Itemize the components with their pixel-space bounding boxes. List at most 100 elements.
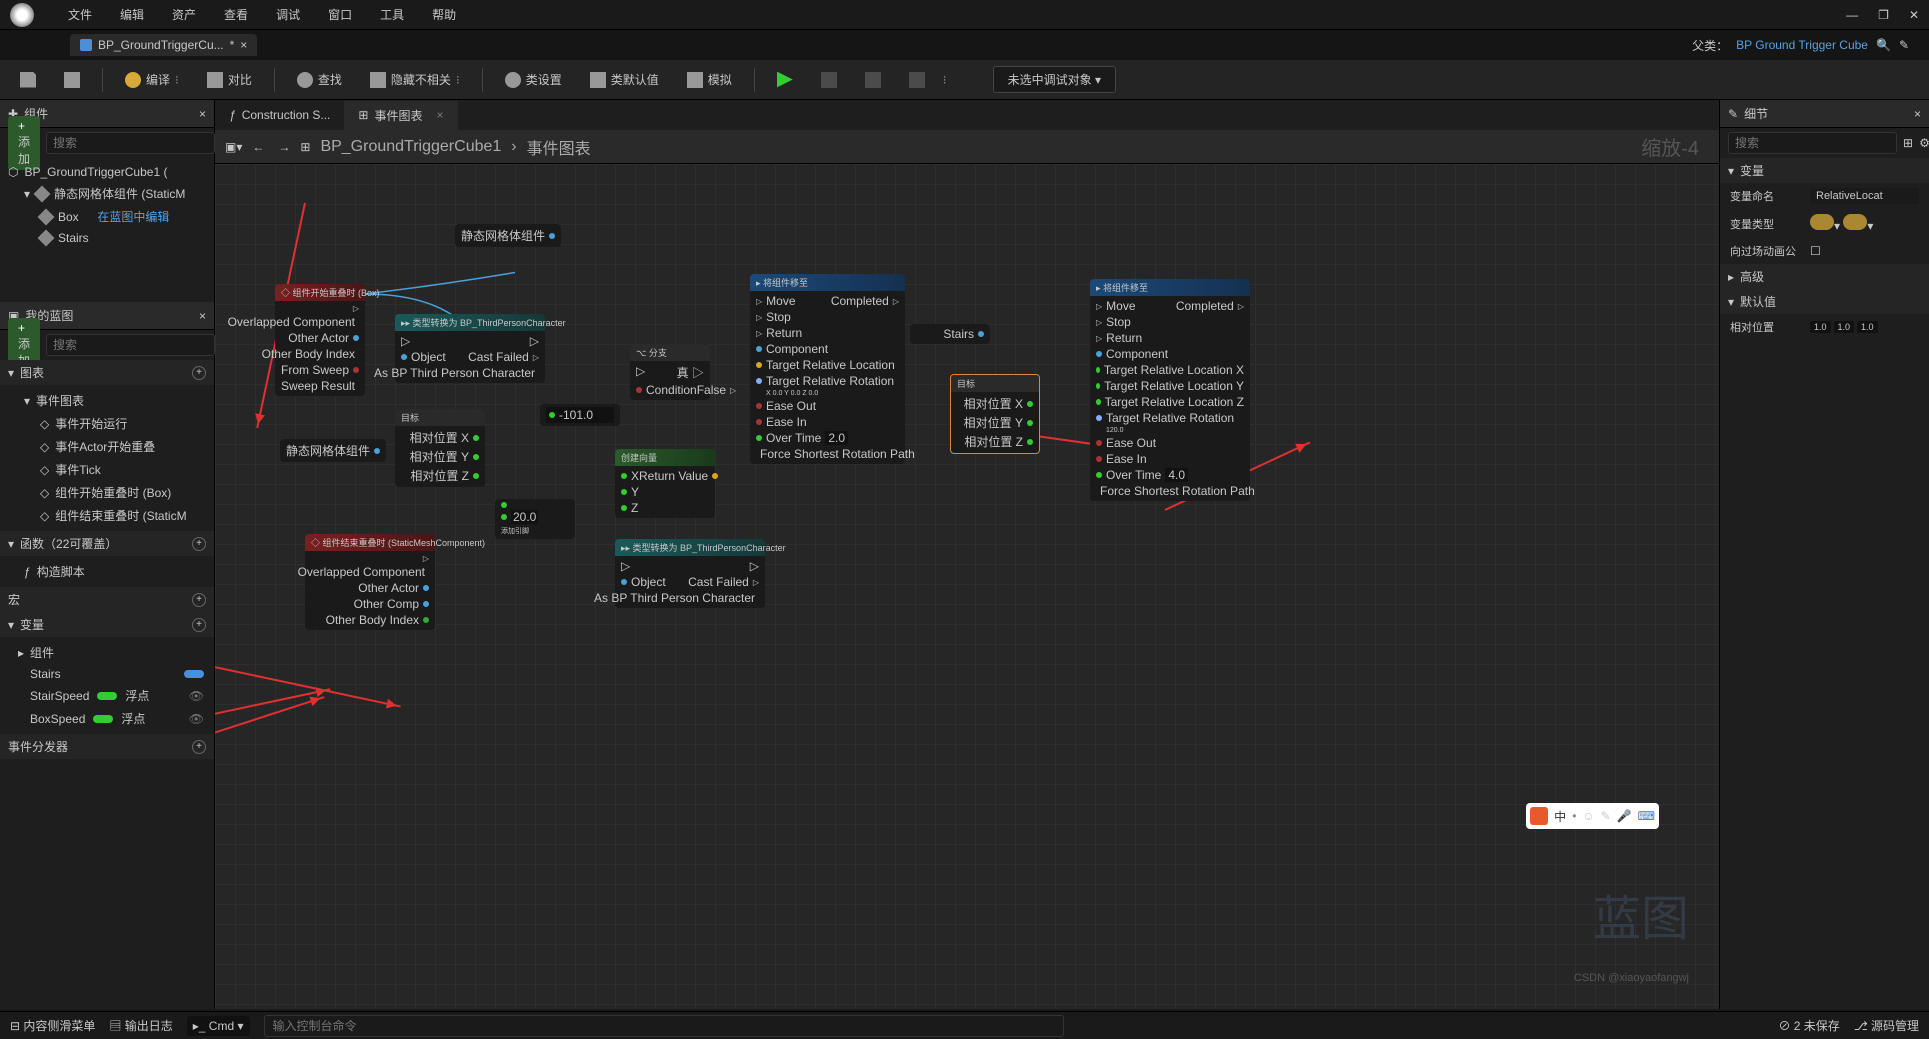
- construction-script[interactable]: ƒ 构造脚本: [0, 560, 214, 583]
- tab-eventgraph[interactable]: ⊞事件图表×: [344, 101, 457, 130]
- add-function[interactable]: +: [192, 537, 206, 551]
- node-add[interactable]: 20.0 添加引脚: [495, 499, 575, 539]
- node-branch[interactable]: ⌥ 分支 ▷真 ▷ ConditionFalse▷: [630, 344, 710, 400]
- debug-target-dropdown[interactable]: 未选中调试对象 ▾: [993, 66, 1116, 93]
- document-tab[interactable]: BP_GroundTriggerCu... * ×: [70, 34, 257, 56]
- details-advanced[interactable]: ▸高级: [1720, 264, 1929, 289]
- node-cast-1[interactable]: ▸▸ 类型转换为 BP_ThirdPersonCharacter ▷▷ Obje…: [395, 314, 545, 383]
- event-meshend[interactable]: ◇ 组件结束重叠时 (StaticM: [0, 504, 214, 527]
- event-tick[interactable]: ◇ 事件Tick: [0, 458, 214, 481]
- settings-icon[interactable]: ⚙: [1919, 136, 1929, 150]
- add-variable[interactable]: +: [192, 618, 206, 632]
- details-default[interactable]: ▾默认值: [1720, 289, 1929, 314]
- components-search[interactable]: [46, 132, 215, 154]
- event-graph-item[interactable]: ▾事件图表: [0, 389, 214, 412]
- ime-lang[interactable]: 中: [1554, 808, 1566, 825]
- functions-section[interactable]: ▾函数（22可覆盖）+: [0, 531, 214, 556]
- event-boxbegin[interactable]: ◇ 组件开始重叠时 (Box): [0, 481, 214, 504]
- visibility-icon[interactable]: 👁: [189, 689, 204, 703]
- nav-forward[interactable]: →: [278, 140, 290, 154]
- ime-toolbar[interactable]: 中 • ☺ ✎ 🎤 ⌨: [1526, 803, 1659, 829]
- add-graph[interactable]: +: [192, 366, 206, 380]
- node-box-begin-overlap[interactable]: ◇ 组件开始重叠时 (Box) ▷ Overlapped Component O…: [275, 284, 365, 396]
- cmd-label[interactable]: ▸_ Cmd ▾: [187, 1016, 250, 1036]
- edit-in-bp-link[interactable]: 在蓝图中编辑: [97, 208, 169, 225]
- nav-back[interactable]: ←: [252, 140, 264, 154]
- tree-stairs[interactable]: Stairs: [0, 228, 214, 248]
- node-static-mesh-var-2[interactable]: 静态网格体组件: [280, 439, 386, 462]
- tab-close[interactable]: ×: [240, 38, 247, 52]
- panel-close[interactable]: ×: [199, 309, 206, 323]
- ime-mic-icon[interactable]: 🎤: [1617, 809, 1632, 823]
- window-minimize[interactable]: —: [1846, 8, 1858, 22]
- node-make-vector[interactable]: 创建向量 XReturn Value Y Z: [615, 449, 715, 518]
- vars-components[interactable]: ▸ 组件: [0, 641, 214, 664]
- tree-root[interactable]: ⬡BP_GroundTriggerCube1 (: [0, 162, 214, 182]
- play-button[interactable]: [767, 68, 803, 92]
- details-search[interactable]: [1728, 132, 1897, 154]
- node-cast-2[interactable]: ▸▸ 类型转换为 BP_ThirdPersonCharacter ▷▷ Obje…: [615, 539, 765, 608]
- event-beginplay[interactable]: ◇ 事件开始运行: [0, 412, 214, 435]
- event-actoroverlap[interactable]: ◇ 事件Actor开始重叠: [0, 435, 214, 458]
- window-close[interactable]: ✕: [1909, 8, 1919, 22]
- compile-button[interactable]: 编译⁝: [115, 67, 189, 92]
- tree-static-mesh[interactable]: ▾静态网格体组件 (StaticM: [0, 182, 214, 205]
- var-type-dropdown[interactable]: ▾ ▾: [1810, 214, 1873, 233]
- visibility-icon[interactable]: 👁: [189, 712, 204, 726]
- ime-emoji-icon[interactable]: ☺: [1582, 809, 1594, 823]
- var-stairspeed[interactable]: StairSpeed浮点👁: [0, 684, 214, 707]
- var-name-field[interactable]: RelativeLocat: [1810, 188, 1919, 204]
- add-macro[interactable]: +: [192, 593, 206, 607]
- graphs-section[interactable]: ▾图表+: [0, 360, 214, 385]
- menu-window[interactable]: 窗口: [314, 6, 366, 23]
- diff-button[interactable]: 对比: [197, 67, 262, 92]
- find-button[interactable]: 查找: [287, 67, 352, 92]
- checkbox[interactable]: ☐: [1810, 244, 1821, 258]
- simulate-button[interactable]: 模拟: [677, 67, 742, 92]
- var-boxspeed[interactable]: BoxSpeed浮点👁: [0, 707, 214, 730]
- tab-construction[interactable]: ƒConstruction S...: [215, 102, 344, 128]
- var-stairs[interactable]: Stairs: [0, 664, 214, 684]
- node-graph[interactable]: ◇ 组件开始重叠时 (Box) ▷ Overlapped Component O…: [215, 164, 1719, 1009]
- node-static-mesh-var[interactable]: 静态网格体组件: [455, 224, 561, 247]
- panel-close[interactable]: ×: [1914, 107, 1921, 121]
- variables-section[interactable]: ▾变量+: [0, 612, 214, 637]
- details-var-section[interactable]: ▾变量: [1720, 158, 1929, 183]
- window-maximize[interactable]: ❐: [1878, 8, 1889, 22]
- menu-help[interactable]: 帮助: [418, 6, 470, 23]
- browse-button[interactable]: [54, 68, 90, 92]
- edit-icon[interactable]: ✎: [1899, 38, 1909, 52]
- breadcrumb-root[interactable]: BP_GroundTriggerCube1: [320, 138, 501, 156]
- history-icon[interactable]: ▣▾: [225, 140, 242, 154]
- ime-keyboard-icon[interactable]: ⌨: [1638, 809, 1655, 823]
- save-button[interactable]: [10, 68, 46, 92]
- dispatchers-section[interactable]: 事件分发器+: [0, 734, 214, 759]
- search-icon[interactable]: 🔍: [1876, 38, 1891, 52]
- console-input[interactable]: [264, 1015, 1064, 1037]
- vector-input[interactable]: 1.01.01.0: [1810, 321, 1878, 333]
- menu-debug[interactable]: 调试: [262, 6, 314, 23]
- menu-file[interactable]: 文件: [54, 6, 106, 23]
- node-move-component-1[interactable]: ▸ 将组件移至 ▷ MoveCompleted ▷ ▷ Stop ▷ Retur…: [750, 274, 905, 464]
- unsaved-indicator[interactable]: ⊘ 2 未保存: [1778, 1017, 1839, 1034]
- tree-box[interactable]: Box 在蓝图中编辑: [0, 205, 214, 228]
- eject-button[interactable]: [899, 68, 935, 92]
- breadcrumb-leaf[interactable]: 事件图表: [527, 135, 591, 159]
- source-control[interactable]: ⎇ 源码管理: [1854, 1017, 1919, 1034]
- blueprint-search[interactable]: [46, 334, 215, 356]
- node-float[interactable]: -101.0: [540, 404, 620, 426]
- node-stairs-var[interactable]: Stairs: [910, 324, 990, 344]
- menu-tools[interactable]: 工具: [366, 6, 418, 23]
- add-dispatcher[interactable]: +: [192, 740, 206, 754]
- node-mesh-end-overlap[interactable]: ◇ 组件结束重叠时 (StaticMeshComponent) ▷ Overla…: [305, 534, 435, 630]
- content-drawer[interactable]: ⊟ 内容侧滑菜单: [10, 1017, 95, 1034]
- macros-section[interactable]: 宏+: [0, 587, 214, 612]
- panel-close[interactable]: ×: [199, 107, 206, 121]
- node-target-2[interactable]: 目标 相对位置 X 相对位置 Y 相对位置 Z: [950, 374, 1040, 454]
- output-log[interactable]: ▤ 输出日志: [109, 1017, 172, 1034]
- ime-edit-icon[interactable]: ✎: [1601, 809, 1611, 823]
- class-defaults-button[interactable]: 类默认值: [580, 67, 669, 92]
- parent-class-link[interactable]: BP Ground Trigger Cube: [1736, 38, 1868, 52]
- class-settings-button[interactable]: 类设置: [495, 67, 572, 92]
- grid-icon[interactable]: ⊞: [1903, 136, 1913, 150]
